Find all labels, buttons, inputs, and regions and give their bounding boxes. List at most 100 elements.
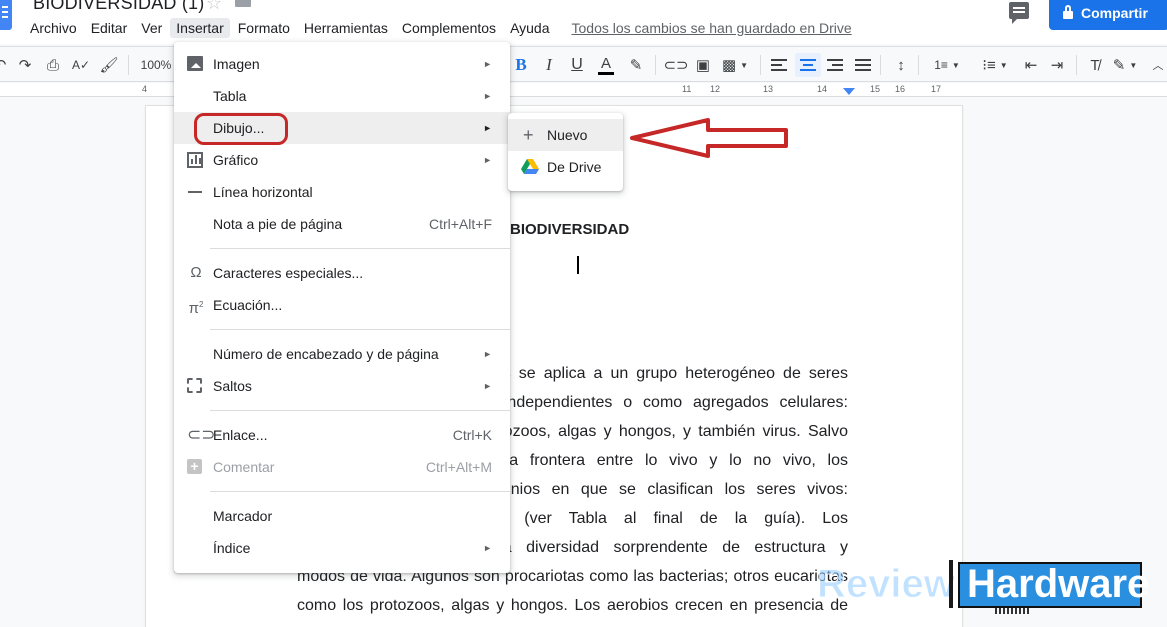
toolbar-divider — [128, 55, 129, 75]
menu-ver[interactable]: Ver — [135, 18, 168, 38]
menu-insertar[interactable]: Insertar — [170, 18, 230, 38]
menu-divider — [210, 248, 510, 249]
paragraph-line: nos se aplica a un grupo heterogéneo de … — [485, 365, 848, 382]
ruler-number: 14 — [817, 84, 828, 94]
paragraph-line: como los protozoos, algas y hongos. Los … — [297, 597, 848, 614]
menu-item-caracteres-especiales[interactable]: Ω Caracteres especiales... — [174, 257, 510, 289]
menu-divider — [210, 491, 510, 492]
submenu-arrow-icon: ► — [483, 155, 492, 165]
annotation-arrow — [630, 118, 788, 158]
text-cursor — [577, 256, 579, 274]
highlight-color-icon[interactable]: ✎ — [624, 53, 648, 77]
paragraph-line: rotozoos, algas y hongos, y también viru… — [485, 423, 848, 440]
increase-indent-icon[interactable]: ⇥ — [1046, 53, 1068, 77]
folder-icon[interactable] — [235, 0, 251, 7]
align-right-icon[interactable] — [824, 53, 846, 77]
toolbar-divider — [1076, 55, 1077, 75]
menu-item-shortcut: Ctrl+Alt+F — [428, 216, 492, 232]
menu-item-label: Línea horizontal — [213, 184, 313, 200]
underline-icon[interactable]: U — [566, 53, 588, 77]
undo-icon[interactable]: ↶ — [0, 53, 8, 77]
align-left-icon[interactable] — [768, 53, 790, 77]
ruler-number: 4 — [142, 84, 148, 94]
menu-formato[interactable]: Formato — [232, 18, 296, 38]
watermark-divider — [949, 560, 953, 608]
watermark-chip-icon — [995, 608, 1031, 614]
menu-editar[interactable]: Editar — [85, 18, 134, 38]
right-indent-marker[interactable] — [843, 88, 855, 95]
save-status-link[interactable]: Todos los cambios se han guardado en Dri… — [572, 20, 852, 36]
horizontal-line-icon — [187, 184, 205, 200]
justify-icon[interactable] — [852, 53, 874, 77]
menu-item-marcador[interactable]: Marcador — [174, 500, 510, 532]
watermark-review-text: Review — [817, 562, 956, 607]
annotation-highlight-ring — [194, 113, 288, 145]
menu-item-label: Ecuación... — [213, 297, 283, 313]
submenu-item-de-drive[interactable]: De Drive — [508, 151, 623, 183]
menu-item-imagen[interactable]: Imagen ► — [174, 48, 510, 80]
insert-comment-icon[interactable]: ▣ — [692, 53, 714, 77]
menu-item-label: Caracteres especiales... — [213, 265, 364, 281]
line-spacing-icon[interactable]: ↕ — [890, 53, 912, 77]
redo-icon[interactable]: ↷ — [14, 53, 36, 77]
paragraph-line: ominios en que se clasifican los seres v… — [485, 481, 848, 498]
ruler-number: 16 — [895, 84, 906, 94]
bold-icon[interactable]: B — [510, 53, 532, 77]
submenu-item-nuevo[interactable]: + Nuevo — [508, 119, 623, 151]
menu-herramientas[interactable]: Herramientas — [298, 18, 394, 38]
share-button-label: Compartir — [1081, 5, 1148, 21]
menu-item-grafico[interactable]: Gráfico ► — [174, 144, 510, 176]
numbered-list-icon[interactable]: 1≡ ▼ — [926, 53, 968, 77]
insert-link-icon[interactable]: ⊂⊃ — [663, 53, 688, 77]
menu-item-comentar[interactable]: + Comentar Ctrl+Alt+M — [174, 451, 510, 483]
toolbar-divider — [760, 55, 761, 75]
menu-item-nota-pie[interactable]: Nota a pie de página Ctrl+Alt+F — [174, 208, 510, 240]
omega-icon: Ω — [190, 264, 202, 281]
menu-item-enlace[interactable]: ⊂⊃ Enlace... Ctrl+K — [174, 419, 510, 451]
print-icon[interactable]: ⎙ — [42, 53, 64, 77]
watermark-hardware-text: Hardware — [967, 562, 1150, 606]
menu-item-linea-horizontal[interactable]: Línea horizontal — [174, 176, 510, 208]
text-color-icon[interactable]: A — [594, 53, 618, 77]
menu-archivo[interactable]: Archivo — [24, 18, 83, 38]
menu-item-tabla[interactable]: Tabla ► — [174, 80, 510, 112]
submenu-arrow-icon: ► — [483, 91, 492, 101]
menu-item-saltos[interactable]: Saltos ► — [174, 370, 510, 402]
italic-icon[interactable]: I — [538, 53, 560, 77]
paint-format-icon[interactable]: 🖌︎ — [98, 53, 120, 77]
bulleted-list-icon[interactable]: ⁝≡ ▼ — [974, 53, 1016, 77]
toolbar-divider — [880, 55, 881, 75]
menu-item-numero-encabezado[interactable]: Número de encabezado y de página ► — [174, 338, 510, 370]
comment-history-icon[interactable] — [1009, 2, 1029, 24]
menu-item-label: Gráfico — [213, 152, 259, 168]
docs-logo-icon[interactable] — [0, 0, 12, 30]
docs-header: BIODIVERSIDAD (1) ☆ Archivo Editar Ver I… — [0, 0, 1167, 44]
editing-mode-icon[interactable]: ✎ ▼ — [1108, 53, 1142, 77]
google-drive-icon — [521, 159, 539, 174]
paragraph-line: s independientes o como agregados celula… — [485, 394, 848, 411]
collapse-toolbar-icon[interactable]: ︿ — [1150, 53, 1166, 77]
link-icon: ⊂⊃ — [187, 425, 216, 444]
align-center-icon[interactable] — [795, 53, 821, 77]
decrease-indent-icon[interactable]: ⇤ — [1020, 53, 1042, 77]
spellcheck-icon[interactable]: A✓ — [70, 53, 92, 77]
zoom-select[interactable]: 100% — [140, 53, 172, 77]
star-icon[interactable]: ☆ — [206, 0, 222, 14]
submenu-arrow-icon: ► — [483, 381, 492, 391]
paragraph-line: n la frontera entre lo vivo y lo no vivo… — [485, 452, 848, 469]
menu-item-label: Índice — [213, 540, 251, 556]
menu-item-indice[interactable]: Índice ► — [174, 532, 510, 564]
insert-image-icon[interactable]: ▩ ▼ — [718, 53, 752, 77]
menu-ayuda[interactable]: Ayuda — [504, 18, 555, 38]
review-hardware-watermark: Review Hardware — [815, 560, 1167, 616]
menu-item-shortcut: Ctrl+Alt+M — [425, 459, 492, 475]
menu-complementos[interactable]: Complementos — [396, 18, 502, 38]
share-button[interactable]: Compartir — [1049, 0, 1167, 30]
chart-icon — [187, 152, 203, 168]
submenu-arrow-icon: ► — [483, 543, 492, 553]
menu-item-ecuacion[interactable]: π2 Ecuación... — [174, 289, 510, 321]
clear-formatting-icon[interactable]: T̸ — [1084, 53, 1106, 77]
menu-divider — [210, 329, 510, 330]
document-title[interactable]: BIODIVERSIDAD (1) — [33, 0, 204, 14]
page-break-icon — [187, 378, 202, 393]
